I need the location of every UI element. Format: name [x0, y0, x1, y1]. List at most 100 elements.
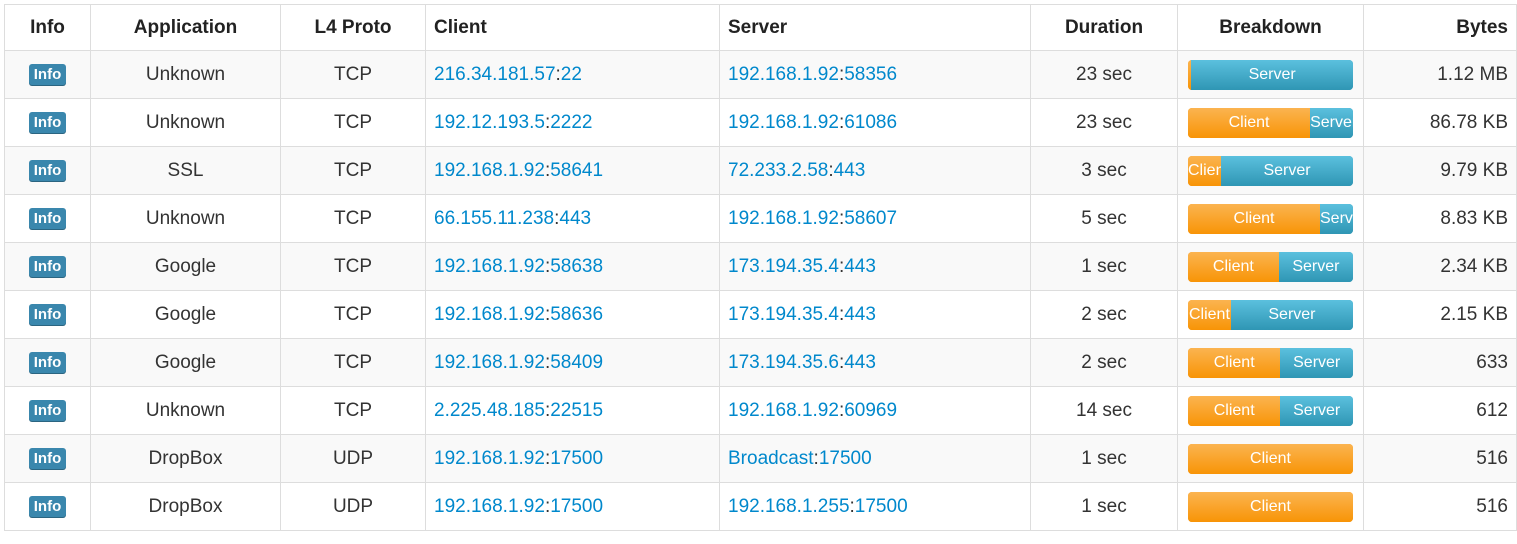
- server-host-link[interactable]: 192.168.1.92: [728, 400, 839, 421]
- server-host-link[interactable]: 192.168.1.92: [728, 64, 839, 85]
- duration-cell: 2 sec: [1030, 290, 1178, 339]
- client-port-link[interactable]: 443: [559, 208, 591, 229]
- client-host-link[interactable]: 2.225.48.185: [434, 400, 545, 421]
- l4-proto-cell: TCP: [280, 194, 426, 243]
- server-traffic-segment: Server: [1310, 107, 1353, 138]
- info-cell: Info: [4, 434, 91, 483]
- client-host-link[interactable]: 192.12.193.5: [434, 112, 545, 133]
- l4-proto-cell: TCP: [280, 242, 426, 291]
- info-button[interactable]: Info: [28, 112, 67, 134]
- client-port-link[interactable]: 58641: [550, 160, 603, 181]
- client-port-link[interactable]: 17500: [550, 448, 603, 469]
- column-header-server[interactable]: Server: [719, 4, 1031, 51]
- info-button[interactable]: Info: [28, 400, 67, 422]
- client-host-link[interactable]: 66.155.11.238: [434, 208, 554, 229]
- server-port-link[interactable]: 17500: [855, 496, 908, 517]
- client-host-link[interactable]: 192.168.1.92: [434, 160, 545, 181]
- traffic-breakdown-bar: ClientServer: [1188, 203, 1353, 234]
- server-port-link[interactable]: 58356: [844, 64, 897, 85]
- column-header-l4-proto[interactable]: L4 Proto: [280, 4, 426, 51]
- server-traffic-segment: Server: [1230, 299, 1353, 330]
- client-port-link[interactable]: 22515: [550, 400, 603, 421]
- traffic-breakdown-bar: ClientServer: [1188, 347, 1353, 378]
- server-host-link[interactable]: 72.233.2.58: [728, 160, 828, 181]
- traffic-breakdown-bar: ClientServer: [1188, 155, 1353, 186]
- client-traffic-segment: Client: [1188, 491, 1353, 522]
- server-host-link[interactable]: 192.168.1.255: [728, 496, 850, 517]
- server-host-link[interactable]: 173.194.35.4: [728, 304, 839, 325]
- server-host-link[interactable]: 192.168.1.92: [728, 112, 839, 133]
- column-header-bytes[interactable]: Bytes: [1363, 4, 1517, 51]
- traffic-breakdown-bar: ClientServer: [1188, 251, 1353, 282]
- client-port-link[interactable]: 17500: [550, 496, 603, 517]
- traffic-breakdown-bar: Client: [1188, 491, 1353, 522]
- server-port-link[interactable]: 443: [844, 256, 876, 277]
- server-port-link[interactable]: 443: [844, 352, 876, 373]
- client-host-link[interactable]: 192.168.1.92: [434, 256, 545, 277]
- duration-cell: 14 sec: [1030, 386, 1178, 435]
- application-cell: Unknown: [90, 98, 281, 147]
- server-host-link[interactable]: Broadcast: [728, 448, 814, 469]
- header-row: Info Application L4 Proto Client Server …: [4, 4, 1517, 51]
- info-button[interactable]: Info: [28, 160, 67, 182]
- client-host-link[interactable]: 192.168.1.92: [434, 496, 545, 517]
- client-host-link[interactable]: 192.168.1.92: [434, 352, 545, 373]
- server-cell: Broadcast:17500: [719, 434, 1031, 483]
- column-header-client[interactable]: Client: [425, 4, 720, 51]
- traffic-breakdown-bar: ClientServer: [1188, 299, 1353, 330]
- client-port-link[interactable]: 58638: [550, 256, 603, 277]
- info-button[interactable]: Info: [28, 256, 67, 278]
- info-button[interactable]: Info: [28, 448, 67, 470]
- traffic-breakdown-bar: ClientServer: [1188, 107, 1353, 138]
- client-host-link[interactable]: 216.34.181.57: [434, 64, 556, 85]
- l4-proto-cell: TCP: [280, 98, 426, 147]
- info-button[interactable]: Info: [28, 352, 67, 374]
- application-cell: Unknown: [90, 194, 281, 243]
- client-cell: 192.168.1.92:58636: [425, 290, 720, 339]
- client-cell: 192.168.1.92:17500: [425, 434, 720, 483]
- client-traffic-segment: Client: [1188, 203, 1320, 234]
- client-port-link[interactable]: 2222: [550, 112, 592, 133]
- info-button[interactable]: Info: [28, 304, 67, 326]
- column-header-duration[interactable]: Duration: [1030, 4, 1178, 51]
- server-port-link[interactable]: 61086: [844, 112, 897, 133]
- info-cell: Info: [4, 146, 91, 195]
- duration-cell: 5 sec: [1030, 194, 1178, 243]
- bytes-cell: 2.34 KB: [1363, 242, 1517, 291]
- application-cell: Google: [90, 338, 281, 387]
- table-row: Info Unknown TCP 192.12.193.5:2222 192.168.1…: [4, 98, 1517, 147]
- bytes-cell: 633: [1363, 338, 1517, 387]
- client-port-link[interactable]: 58409: [550, 352, 603, 373]
- breakdown-cell: ClientServer: [1177, 194, 1364, 243]
- server-host-link[interactable]: 192.168.1.92: [728, 208, 839, 229]
- client-host-link[interactable]: 192.168.1.92: [434, 304, 545, 325]
- client-cell: 192.168.1.92:58409: [425, 338, 720, 387]
- traffic-breakdown-bar: Client: [1188, 443, 1353, 474]
- client-traffic-segment: Client: [1188, 347, 1281, 378]
- l4-proto-cell: TCP: [280, 146, 426, 195]
- server-port-link[interactable]: 58607: [844, 208, 897, 229]
- info-button[interactable]: Info: [28, 64, 67, 86]
- application-cell: Unknown: [90, 50, 281, 99]
- bytes-cell: 8.83 KB: [1363, 194, 1517, 243]
- client-port-link[interactable]: 58636: [550, 304, 603, 325]
- server-host-link[interactable]: 173.194.35.4: [728, 256, 839, 277]
- server-port-link[interactable]: 443: [844, 304, 876, 325]
- server-port-link[interactable]: 443: [834, 160, 866, 181]
- column-header-application[interactable]: Application: [90, 4, 281, 51]
- table-row: Info Unknown TCP 66.155.11.238:443 192.168.1…: [4, 194, 1517, 243]
- bytes-cell: 612: [1363, 386, 1517, 435]
- column-header-info[interactable]: Info: [4, 4, 91, 51]
- server-port-link[interactable]: 60969: [844, 400, 897, 421]
- server-host-link[interactable]: 173.194.35.6: [728, 352, 839, 373]
- client-port-link[interactable]: 22: [561, 64, 582, 85]
- server-port-link[interactable]: 17500: [819, 448, 872, 469]
- server-cell: 192.168.1.255:17500: [719, 482, 1031, 531]
- client-traffic-segment: Client: [1188, 107, 1311, 138]
- info-button[interactable]: Info: [28, 496, 67, 518]
- column-header-breakdown[interactable]: Breakdown: [1177, 4, 1364, 51]
- application-cell: DropBox: [90, 434, 281, 483]
- info-button[interactable]: Info: [28, 208, 67, 230]
- client-host-link[interactable]: 192.168.1.92: [434, 448, 545, 469]
- client-traffic-segment: Client: [1188, 395, 1281, 426]
